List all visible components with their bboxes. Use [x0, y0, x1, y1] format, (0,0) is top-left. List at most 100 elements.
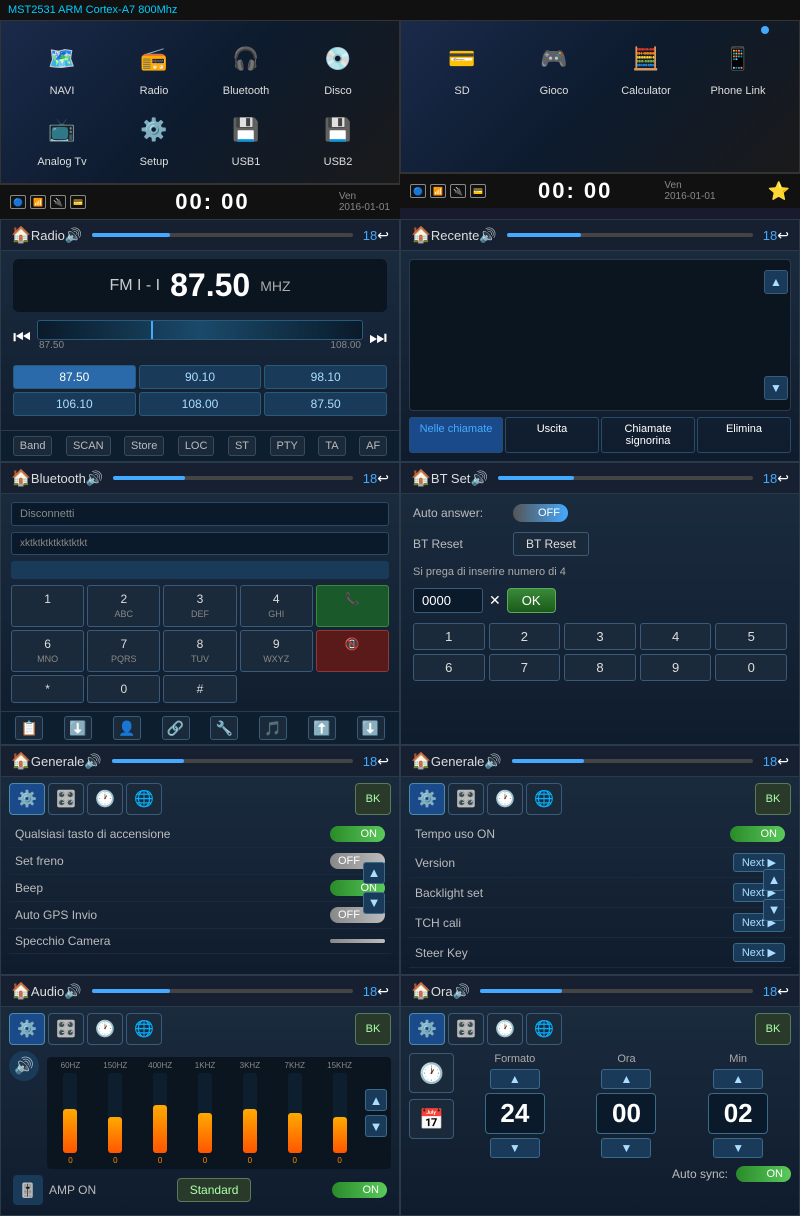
call-btn[interactable]: 📞 — [316, 585, 389, 627]
gen1-toggle-0[interactable]: ON — [330, 826, 385, 842]
pty-btn[interactable]: PTY — [270, 436, 305, 456]
formato-up[interactable]: ▲ — [490, 1069, 540, 1089]
gen1-toggle-4[interactable] — [330, 939, 385, 943]
scroll-down-btn[interactable]: ▼ — [764, 376, 788, 400]
tab-nelle-chiamate[interactable]: Nelle chiamate — [409, 417, 503, 453]
ora-tab-clock[interactable]: 🕐 — [487, 1013, 523, 1045]
gen-tab-globe[interactable]: 🌐 — [126, 783, 162, 815]
gen2-scroll-dn[interactable]: ▼ — [763, 899, 785, 921]
key-3[interactable]: 3DEF — [163, 585, 236, 627]
tab-elimina[interactable]: Elimina — [697, 417, 791, 453]
band-btn[interactable]: Band — [13, 436, 53, 456]
gen2-scroll-up[interactable]: ▲ — [763, 869, 785, 891]
key-0[interactable]: 0 — [87, 675, 160, 703]
scan-btn[interactable]: SCAN — [66, 436, 111, 456]
bt-reset-button[interactable]: BT Reset — [513, 532, 589, 556]
preset-4[interactable]: 106.10 — [13, 392, 136, 416]
audio-tab-clock[interactable]: 🕐 — [87, 1013, 123, 1045]
gen-tab-eq[interactable]: 🎛️ — [48, 783, 84, 815]
preset-1[interactable]: 87.50 — [13, 365, 136, 389]
preset-5[interactable]: 108.00 — [139, 392, 262, 416]
app-sd[interactable]: 💳 SD — [427, 36, 497, 97]
eq-adjust-icon[interactable]: 🎚️ — [13, 1175, 43, 1205]
key-6[interactable]: 6MNO — [11, 630, 84, 672]
key-7[interactable]: 7PQRS — [87, 630, 160, 672]
auto-sync-toggle[interactable]: ON — [736, 1166, 791, 1182]
ora-tab-settings[interactable]: ⚙️ — [409, 1013, 445, 1045]
key-9[interactable]: 9WXYZ — [240, 630, 313, 672]
eq-track-150[interactable] — [108, 1073, 122, 1153]
bt-icon-5[interactable]: 🔧 — [210, 716, 238, 740]
ora-tab-globe[interactable]: 🌐 — [526, 1013, 562, 1045]
min-dn[interactable]: ▼ — [713, 1138, 763, 1158]
bt-icon-3[interactable]: 👤 — [113, 716, 141, 740]
gen2-toggle-0[interactable]: ON — [730, 826, 785, 842]
auto-answer-toggle[interactable]: OFF — [513, 504, 568, 522]
hangup-btn[interactable]: 📵 — [316, 630, 389, 672]
ora-tab-bk[interactable]: BK — [755, 1013, 791, 1045]
ora-tab-eq[interactable]: 🎛️ — [448, 1013, 484, 1045]
app-usb2[interactable]: 💾 USB2 — [303, 107, 373, 168]
next-btn[interactable]: ⏭ — [369, 327, 387, 350]
eq-track-400[interactable] — [153, 1073, 167, 1153]
btset-key-1[interactable]: 1 — [413, 623, 485, 650]
min-up[interactable]: ▲ — [713, 1069, 763, 1089]
ok-button[interactable]: OK — [507, 588, 556, 613]
gen2-tab-globe[interactable]: 🌐 — [526, 783, 562, 815]
scroll-up-btn[interactable]: ▲ — [764, 270, 788, 294]
key-star[interactable]: * — [11, 675, 84, 703]
app-analog-tv[interactable]: 📺 Analog Tv — [27, 107, 97, 168]
pin-clear-btn[interactable]: ✕ — [489, 592, 501, 609]
bt-icon-2[interactable]: ⬇️ — [64, 716, 92, 740]
preset-3[interactable]: 98.10 — [264, 365, 387, 389]
app-usb1[interactable]: 💾 USB1 — [211, 107, 281, 168]
gen1-scroll-dn[interactable]: ▼ — [363, 892, 385, 914]
preset-6[interactable]: 87.50 — [264, 392, 387, 416]
loc-btn[interactable]: LOC — [178, 436, 215, 456]
calendar-icon-btn[interactable]: 📅 — [409, 1099, 454, 1139]
gen1-scroll-up[interactable]: ▲ — [363, 862, 385, 884]
store-btn[interactable]: Store — [124, 436, 164, 456]
gen-tab-settings[interactable]: ⚙️ — [9, 783, 45, 815]
standard-button[interactable]: Standard — [177, 1178, 252, 1202]
prev-btn[interactable]: ⏮ — [13, 327, 31, 350]
audio-tab-bk[interactable]: BK — [355, 1013, 391, 1045]
ora-up[interactable]: ▲ — [601, 1069, 651, 1089]
eq-track-1k[interactable] — [198, 1073, 212, 1153]
bt-icon-7[interactable]: ⬆️ — [308, 716, 336, 740]
eq-scroll-up[interactable]: ▲ — [365, 1089, 387, 1111]
app-setup[interactable]: ⚙️ Setup — [119, 107, 189, 168]
gen-tab-bk[interactable]: BK — [355, 783, 391, 815]
pin-input[interactable]: 0000 — [413, 588, 483, 613]
app-radio[interactable]: 📻 Radio — [119, 36, 189, 97]
app-disco[interactable]: 💿 Disco — [303, 36, 373, 97]
app-navi[interactable]: 🗺️ NAVI — [27, 36, 97, 97]
app-calculator[interactable]: 🧮 Calculator — [611, 36, 681, 97]
audio-tab-settings[interactable]: ⚙️ — [9, 1013, 45, 1045]
btset-key-7[interactable]: 7 — [489, 654, 561, 681]
bt-icon-1[interactable]: 📋 — [15, 716, 43, 740]
key-2[interactable]: 2ABC — [87, 585, 160, 627]
key-1[interactable]: 1 — [11, 585, 84, 627]
gen-tab-clock[interactable]: 🕐 — [87, 783, 123, 815]
eq-track-3k[interactable] — [243, 1073, 257, 1153]
btset-key-9[interactable]: 9 — [640, 654, 712, 681]
bt-icon-8[interactable]: ⬇️ — [357, 716, 385, 740]
gen2-tab-clock[interactable]: 🕐 — [487, 783, 523, 815]
eq-track-15k[interactable] — [333, 1073, 347, 1153]
key-8[interactable]: 8TUV — [163, 630, 236, 672]
clock-icon-btn[interactable]: 🕐 — [409, 1053, 454, 1093]
app-bluetooth[interactable]: 🎧 Bluetooth — [211, 36, 281, 97]
btset-key-0[interactable]: 0 — [715, 654, 787, 681]
audio-tab-globe[interactable]: 🌐 — [126, 1013, 162, 1045]
tab-uscita[interactable]: Uscita — [505, 417, 599, 453]
key-4[interactable]: 4GHI — [240, 585, 313, 627]
gen2-tab-settings[interactable]: ⚙️ — [409, 783, 445, 815]
ora-dn[interactable]: ▼ — [601, 1138, 651, 1158]
btset-key-4[interactable]: 4 — [640, 623, 712, 650]
key-hash[interactable]: # — [163, 675, 236, 703]
formato-dn[interactable]: ▼ — [490, 1138, 540, 1158]
app-gioco[interactable]: 🎮 Gioco — [519, 36, 589, 97]
af-btn[interactable]: AF — [359, 436, 387, 456]
bt-icon-6[interactable]: 🎵 — [259, 716, 287, 740]
